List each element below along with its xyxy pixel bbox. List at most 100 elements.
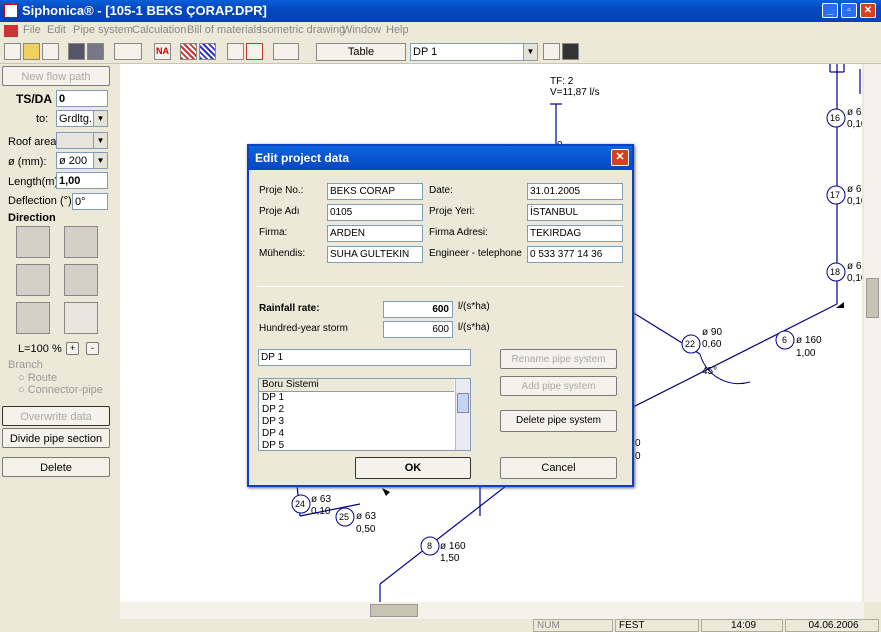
pipe-25-length: 0,50 [356,524,376,535]
list-item[interactable]: DP 1 [259,392,470,404]
direction-right-icon[interactable] [64,264,98,296]
diameter-select[interactable]: ø 200 ▼ [56,152,108,169]
vertical-scroll-thumb[interactable] [866,278,879,318]
grid-blue-icon[interactable] [199,43,216,60]
engineer-telephone-field[interactable]: 0 533 377 14 36 [527,246,623,263]
edit-project-dialog: Edit project data ✕ Proje No.: BEKS CORA… [247,144,634,487]
image-icon[interactable] [562,43,579,60]
list-scrollbar[interactable] [455,379,470,450]
to-select[interactable]: Grdltg. ▼ [56,110,108,127]
status-time: 14:09 [701,619,783,632]
pipe-22-length: 0,60 [702,339,722,350]
direction-up-right-icon[interactable] [64,226,98,258]
proje-yeri-label: Proje Yeri: [429,206,475,217]
ok-button[interactable]: OK [355,457,471,479]
node-8: 8 [427,541,433,551]
connector-radio[interactable]: ○ Connector-pipe [18,384,103,396]
plus-button[interactable]: + [66,342,79,355]
doc-icon[interactable] [4,25,18,37]
menu-file[interactable]: File [23,24,41,36]
chevron-down-icon: ▼ [93,111,107,126]
horizontal-scroll-thumb[interactable] [370,604,418,617]
rename-pipe-system-button[interactable]: Rename pipe system [500,349,617,369]
length-percent-label: L=100 % [18,343,62,355]
node-17: 17 [830,190,841,200]
list-icon[interactable] [543,43,560,60]
direction-up-left-icon[interactable] [16,226,50,258]
arrow-down-red-icon[interactable] [246,43,263,60]
length-input[interactable]: 1,00 [56,172,108,189]
direction-down-right-icon[interactable] [64,302,98,334]
menu-bill-of-materials[interactable]: Bill of materials [187,24,262,36]
pipe-18-diameter: ø 63 [847,261,862,272]
menu-help[interactable]: Help [386,24,409,36]
deflection-input[interactable]: 0° [72,193,108,210]
proje-adi-field[interactable]: 0105 [327,204,423,221]
arrow-down-icon[interactable] [227,43,244,60]
status-date: 04.06.2006 [785,619,879,632]
pipe-system-select[interactable]: DP 1 ▼ [410,43,538,61]
storm-field[interactable]: 600 [383,321,453,338]
list-item[interactable]: DP 4 [259,428,470,440]
divide-pipe-section-button[interactable]: Divide pipe section [2,428,110,448]
pipe-25-diameter: ø 63 [356,511,377,522]
muhendis-field[interactable]: SUHA GULTEKIN [327,246,423,263]
overwrite-data-button[interactable]: Overwrite data [2,406,110,426]
rainfall-field[interactable]: 600 [383,301,453,318]
na-icon[interactable]: NA [154,43,171,60]
list-item[interactable]: DP 3 [259,416,470,428]
fest-indicator: FEST [615,619,699,632]
no-entry-icon[interactable] [273,43,299,60]
menu-calculation[interactable]: Calculation [132,24,186,36]
branch-label: Branch [8,359,43,371]
direction-left-icon[interactable] [16,264,50,296]
num-indicator: NUM [533,619,613,632]
open-folder-icon[interactable] [23,43,40,60]
proje-yeri-field[interactable]: İSTANBUL [527,204,623,221]
dialog-close-button[interactable]: ✕ [611,149,629,166]
maximize-button[interactable]: ▫ [841,3,857,18]
direction-down-left-icon[interactable] [16,302,50,334]
pipe-system-list[interactable]: Boru Sistemi DP 1 DP 2 DP 3 DP 4 DP 5 [258,378,471,451]
new-flow-path-button[interactable]: New flow path [2,66,110,86]
node-22: 22 [685,339,696,349]
to-value: Grdltg. [59,113,93,125]
cancel-button[interactable]: Cancel [500,457,617,479]
menu-edit[interactable]: Edit [47,24,66,36]
firma-adresi-label: Firma Adresi: [429,227,488,238]
menu-window[interactable]: Window [342,24,381,36]
list-item[interactable]: DP 5 [259,440,470,450]
save-icon[interactable] [68,43,85,60]
node-16: 16 [830,113,841,123]
delete-button[interactable]: Delete [2,457,110,477]
save-all-icon[interactable] [87,43,104,60]
vertical-scrollbar[interactable] [864,64,881,602]
route-radio[interactable]: ○ Route [18,372,57,384]
print-icon[interactable] [114,43,142,60]
table-button[interactable]: Table [316,43,406,61]
list-item[interactable]: DP 2 [259,404,470,416]
roof-area-select[interactable]: ▼ [56,132,108,149]
muhendis-label: Mühendis: [259,248,306,259]
menu-pipe-system[interactable]: Pipe system [73,24,133,36]
menu-isometric-drawing[interactable]: Isometric drawing [259,24,345,36]
settings-icon[interactable] [42,43,59,60]
rainfall-label: Rainfall rate: [259,303,320,314]
close-button[interactable]: ✕ [860,3,876,18]
list-scroll-thumb[interactable] [457,393,469,413]
add-pipe-system-button[interactable]: Add pipe system [500,376,617,396]
proje-no-field[interactable]: BEKS CORAP [327,183,423,200]
node-24: 24 [295,499,306,509]
new-file-icon[interactable] [4,43,21,60]
grid-red-icon[interactable] [180,43,197,60]
delete-pipe-system-button[interactable]: Delete pipe system [500,410,617,432]
node-6: 6 [782,335,788,345]
minus-button[interactable]: - [86,342,99,355]
horizontal-scrollbar[interactable] [120,602,864,619]
firma-field[interactable]: ARDEN [327,225,423,242]
firma-adresi-field[interactable]: TEKIRDAG [527,225,623,242]
tsda-input[interactable]: 0 [56,90,108,107]
date-field[interactable]: 31.01.2005 [527,183,623,200]
pipe-system-name-field[interactable]: DP 1 [258,349,471,366]
minimize-button[interactable]: _ [822,3,838,18]
